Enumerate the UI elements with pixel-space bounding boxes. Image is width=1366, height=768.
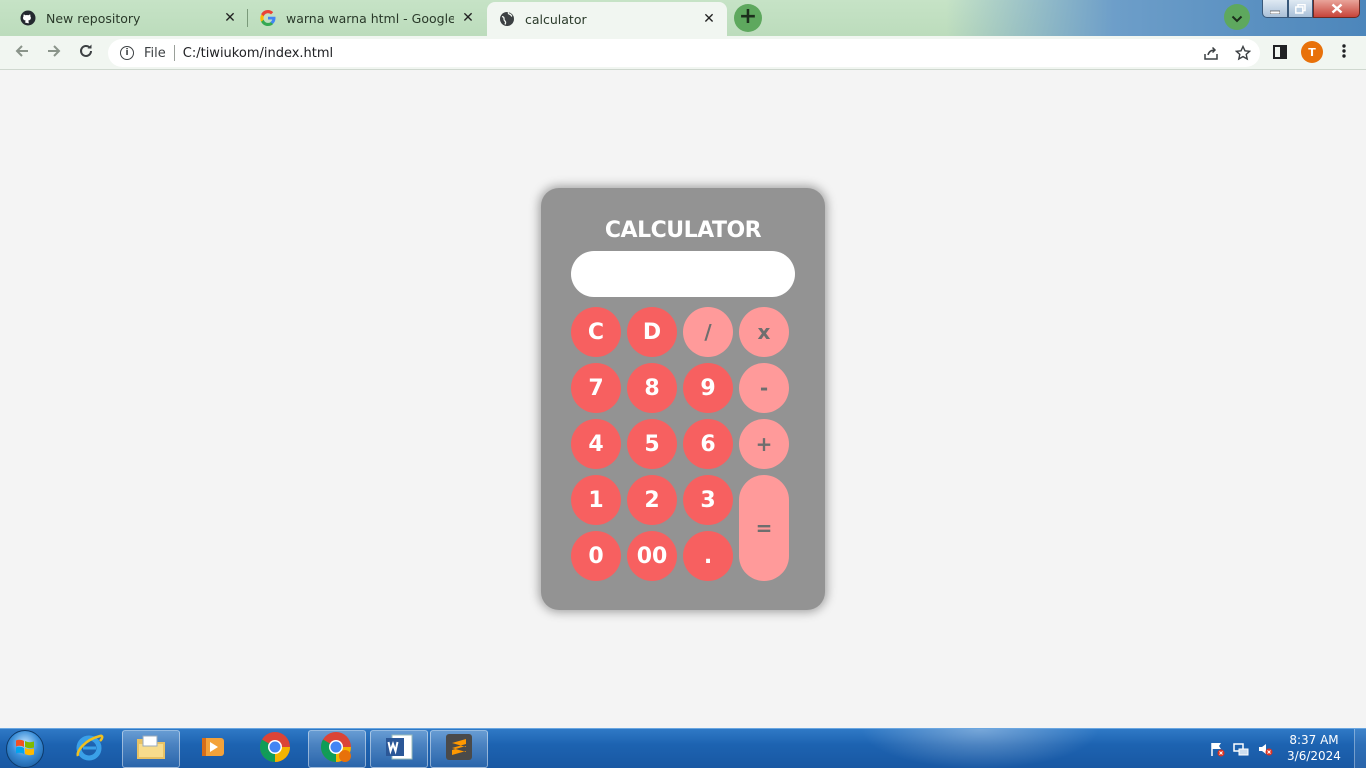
internet-explorer-icon: [74, 732, 104, 766]
folder-icon: [135, 733, 167, 765]
arrow-left-icon: [14, 43, 30, 63]
word-icon: [384, 733, 414, 765]
digit-5-button[interactable]: 5: [627, 419, 677, 469]
browser-toolbar: i File C:/tiwiukom/index.html: [0, 36, 1366, 70]
clock-time: 8:37 AM: [1289, 733, 1339, 747]
taskbar-media-player[interactable]: [184, 730, 242, 768]
action-center-flag-icon[interactable]: [1208, 740, 1226, 758]
google-icon: [260, 10, 276, 26]
tab-title: New repository: [46, 10, 141, 26]
side-panel-button[interactable]: [1268, 41, 1292, 65]
reload-button[interactable]: [74, 41, 98, 65]
clear-button[interactable]: C: [571, 307, 621, 357]
reload-icon: [78, 43, 94, 63]
chrome-profile-icon: [320, 731, 354, 767]
taskbar-google-chrome-profile[interactable]: [308, 730, 366, 768]
digit-3-button[interactable]: 3: [683, 475, 733, 525]
tab-google-search[interactable]: warna warna html - Google Penelusuran ✕: [248, 2, 486, 34]
site-scheme-label: File: [144, 45, 166, 61]
calculator: CALCULATOR C D / x 7 8 9 - 4 5 6 + 1 2 3…: [541, 188, 825, 610]
github-icon: [20, 10, 36, 26]
taskbar-glow: [860, 729, 1100, 768]
restore-icon: [1295, 0, 1306, 18]
plus-button[interactable]: +: [739, 419, 789, 469]
address-bar[interactable]: i File C:/tiwiukom/index.html: [108, 39, 1260, 67]
tab-new-repository[interactable]: New repository ✕: [8, 2, 248, 34]
close-tab-icon[interactable]: ✕: [222, 10, 238, 26]
digit-4-button[interactable]: 4: [571, 419, 621, 469]
digit-1-button[interactable]: 1: [571, 475, 621, 525]
taskbar-internet-explorer[interactable]: [60, 730, 118, 768]
show-desktop-button[interactable]: [1354, 729, 1366, 768]
close-icon: [1331, 0, 1343, 18]
menu-button[interactable]: [1332, 41, 1356, 65]
taskbar-windows-explorer[interactable]: [122, 730, 180, 768]
divide-button[interactable]: /: [683, 307, 733, 357]
multiply-button[interactable]: x: [739, 307, 789, 357]
windows-logo-icon: [15, 737, 35, 761]
equals-button[interactable]: =: [739, 475, 789, 581]
chevron-down-icon: [1231, 8, 1243, 27]
restore-button[interactable]: [1288, 0, 1313, 18]
info-icon[interactable]: i: [120, 46, 134, 60]
digit-8-button[interactable]: 8: [627, 363, 677, 413]
window-close-button[interactable]: [1313, 0, 1360, 18]
media-player-icon: [200, 734, 226, 764]
chrome-icon: [259, 731, 291, 767]
clock-date: 3/6/2024: [1287, 749, 1341, 763]
more-vertical-icon: [1342, 43, 1346, 63]
tab-title: warna warna html - Google Penelusuran: [286, 10, 454, 26]
globe-icon: [499, 11, 515, 27]
digit-7-button[interactable]: 7: [571, 363, 621, 413]
double-zero-button[interactable]: 00: [627, 531, 677, 581]
taskbar-sublime-text[interactable]: [430, 730, 488, 768]
digit-2-button[interactable]: 2: [627, 475, 677, 525]
sublime-text-icon: [445, 733, 473, 765]
digit-0-button[interactable]: 0: [571, 531, 621, 581]
side-panel-icon: [1273, 44, 1287, 63]
minimize-icon: [1269, 0, 1281, 18]
start-button[interactable]: [6, 730, 44, 768]
close-tab-icon[interactable]: ✕: [460, 10, 476, 26]
minimize-button[interactable]: [1262, 0, 1288, 18]
taskbar-google-chrome[interactable]: [246, 730, 304, 768]
tab-search-button[interactable]: [1224, 4, 1250, 30]
minus-button[interactable]: -: [739, 363, 789, 413]
bookmark-star-icon[interactable]: [1234, 44, 1252, 62]
taskbar: 8:37 AM 3/6/2024: [0, 728, 1366, 768]
taskbar-clock[interactable]: 8:37 AM 3/6/2024: [1276, 732, 1352, 764]
calculator-title: CALCULATOR: [604, 218, 762, 243]
back-button[interactable]: [10, 41, 34, 65]
tab-strip: New repository ✕ warna warna html - Goog…: [0, 0, 1366, 36]
forward-button[interactable]: [42, 41, 66, 65]
address-divider: [173, 45, 175, 61]
share-icon[interactable]: [1202, 44, 1220, 62]
delete-button[interactable]: D: [627, 307, 677, 357]
address-bar-actions: [1202, 44, 1252, 62]
url-text[interactable]: C:/tiwiukom/index.html: [183, 46, 333, 61]
digit-9-button[interactable]: 9: [683, 363, 733, 413]
volume-muted-icon[interactable]: [1256, 740, 1274, 758]
profile-avatar[interactable]: T: [1301, 41, 1323, 63]
taskbar-microsoft-word[interactable]: [370, 730, 428, 768]
new-tab-button[interactable]: +: [734, 4, 762, 32]
tab-calculator[interactable]: calculator ✕: [487, 2, 727, 36]
arrow-right-icon: [46, 43, 62, 63]
tab-title: calculator: [525, 11, 587, 27]
close-tab-icon[interactable]: ✕: [701, 11, 717, 27]
decimal-button[interactable]: .: [683, 531, 733, 581]
network-icon[interactable]: [1232, 740, 1250, 758]
digit-6-button[interactable]: 6: [683, 419, 733, 469]
calculator-display[interactable]: [571, 251, 795, 297]
system-tray: [1208, 729, 1274, 768]
